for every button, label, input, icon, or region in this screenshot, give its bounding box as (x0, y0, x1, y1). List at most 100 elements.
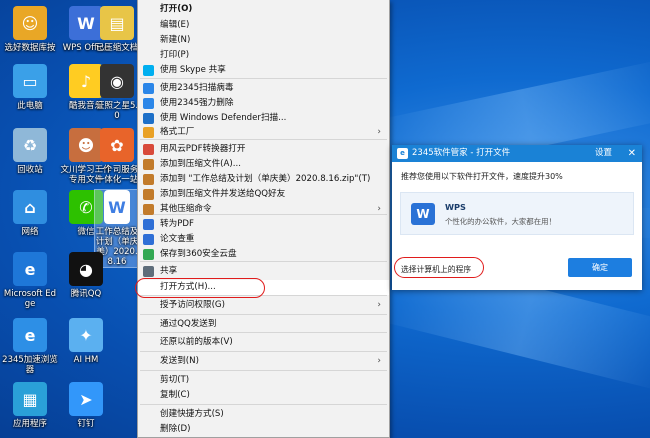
chevron-right-icon: › (377, 204, 381, 214)
menu-item-label: 创建快捷方式(S) (160, 409, 224, 419)
desktop-icon[interactable]: ▭ 此电脑 (2, 64, 58, 111)
menu-item[interactable]: 添加到压缩文件并发送给QQ好友 (138, 187, 389, 202)
defender-icon (143, 113, 154, 124)
archive-icon (143, 159, 154, 170)
folder-zip-icon: ▤ (100, 6, 134, 40)
menu-item-label: 删除(D) (160, 424, 191, 434)
chevron-right-icon: › (377, 356, 381, 366)
menu-item[interactable]: 转为PDF (138, 217, 389, 232)
menu-item-label: 剪切(T) (160, 375, 190, 385)
desktop-icon-label: 腾讯QQ (70, 289, 102, 299)
desktop-icon-label: 应用程序 (12, 419, 47, 429)
chevron-right-icon: › (377, 127, 381, 137)
network-icon: ⌂ (13, 190, 47, 224)
app-description: 个性化的办公软件，大家都在用！ (445, 217, 556, 226)
ok-button[interactable]: 确定 (568, 258, 632, 277)
recommended-app[interactable]: W WPS 个性化的办公软件，大家都在用！ (400, 192, 634, 235)
menu-item[interactable]: 其他压缩命令 › (138, 202, 389, 217)
computer-icon: ▭ (13, 64, 47, 98)
dingtalk-icon: ➤ (69, 382, 103, 416)
menu-item[interactable]: 添加到 "工作总结及计划（单庆美）2020.8.16.zip"(T) (138, 172, 389, 187)
close-icon[interactable]: ✕ (628, 145, 636, 162)
cloud-icon (143, 249, 154, 260)
menu-item-label: 用风云PDF转换器打开 (160, 144, 246, 154)
menu-item[interactable]: 打开(O) (138, 2, 389, 17)
menu-item[interactable]: 授予访问权限(G) › (138, 298, 389, 313)
menu-item[interactable]: 使用2345强力删除 (138, 96, 389, 111)
desktop-icon[interactable]: ▤ 已压缩文档 (95, 6, 139, 53)
desktop-icon[interactable]: ⌂ 网络 (2, 190, 58, 237)
menu-separator (140, 404, 387, 405)
menu-item-label: 添加到压缩文件(A)... (160, 159, 241, 169)
menu-item-label: 打印(P) (160, 50, 190, 60)
menu-separator (140, 332, 387, 333)
menu-item-label: 格式工厂 (160, 127, 195, 137)
menu-item[interactable]: 论文查重 (138, 232, 389, 247)
menu-item[interactable]: 添加到压缩文件(A)... (138, 157, 389, 172)
menu-item[interactable]: 发送到(N) › (138, 354, 389, 369)
menu-item[interactable]: 剪切(T) (138, 373, 389, 388)
menu-item[interactable]: 打印(P) (138, 48, 389, 63)
desktop-icon-label: 钉钉 (77, 419, 95, 429)
desktop-icon[interactable]: ◕ 腾讯QQ (58, 252, 114, 299)
doc-icon: W (104, 190, 130, 224)
menu-item[interactable]: 删除(D) (138, 422, 389, 437)
desktop-icon[interactable]: e 2345加速浏览器 (2, 318, 58, 375)
delete-icon (143, 98, 154, 109)
menu-item-label: 添加到压缩文件并发送给QQ好友 (160, 189, 286, 199)
settings-button[interactable]: 设置 (595, 145, 612, 162)
menu-item[interactable]: 使用 Windows Defender扫描... (138, 111, 389, 126)
menu-item[interactable]: 使用 Skype 共享 (138, 63, 389, 78)
menu-item[interactable]: 编辑(E) (138, 18, 389, 33)
desktop-icon[interactable]: ▦ 应用程序 (2, 382, 58, 429)
menu-item[interactable]: 还原以前的版本(V) (138, 335, 389, 350)
desktop-icon-label: 已压缩文档 (95, 43, 139, 53)
desktop-icon[interactable]: ✿ 一个司服务一体化一站 (95, 128, 139, 185)
menu-item-label: 论文查重 (160, 234, 195, 244)
menu-item-label: 使用2345强力删除 (160, 98, 234, 108)
menu-item-label: 使用2345扫描病毒 (160, 83, 234, 93)
ai-icon: ✦ (69, 318, 103, 352)
desktop-icon[interactable]: ♻ 回收站 (2, 128, 58, 175)
desktop-icon[interactable]: e Microsoft Edge (2, 252, 58, 309)
context-menu: 打开(O) 编辑(E) 新建(N) 打印(P) 使用 Skype 共享使用2345扫描病… (137, 0, 390, 438)
wps-icon (143, 219, 154, 230)
menu-item[interactable]: 创建快捷方式(S) (138, 407, 389, 422)
menu-item[interactable]: 复制(C) (138, 388, 389, 403)
menu-item-label: 复制(C) (160, 390, 190, 400)
menu-item[interactable]: 保存到360安全云盘 (138, 247, 389, 262)
menu-item-label: 新建(N) (160, 35, 191, 45)
person-icon: ☺ (13, 6, 47, 40)
desktop-icon-label: AI HM (73, 355, 99, 365)
share-icon (143, 266, 154, 277)
wps-icon (143, 234, 154, 245)
desktop-icon[interactable]: ✦ AI HM (58, 318, 114, 365)
pdf-icon (143, 144, 154, 155)
desktop-icon[interactable]: ☺ 选好数据库按 (2, 6, 58, 53)
menu-item-label: 打开(O) (160, 4, 193, 14)
edge-icon: e (13, 252, 47, 286)
dialog-title: 2345软件管家 - 打开文件 (412, 148, 511, 158)
menu-item-label: 保存到360安全云盘 (160, 249, 237, 259)
menu-item-label: 转为PDF (160, 219, 194, 229)
desktop-icon-label: 选好数据库按 (4, 43, 56, 53)
desktop-icon[interactable]: ➤ 钉钉 (58, 382, 114, 429)
menu-item-label: 通过QQ发送到 (160, 319, 217, 329)
apps-icon: ▦ (13, 382, 47, 416)
menu-item-label: 编辑(E) (160, 20, 190, 30)
wps-icon: W (411, 203, 435, 225)
menu-item[interactable]: 格式工厂 › (138, 125, 389, 140)
menu-item[interactable]: 使用2345扫描病毒 (138, 81, 389, 96)
menu-item[interactable]: 通过QQ发送到 (138, 317, 389, 332)
menu-item-label: 其他压缩命令 (160, 204, 212, 214)
desktop-icon[interactable]: ◉ 证照之星5.0 (95, 64, 139, 121)
menu-item-label: 发送到(N) (160, 356, 199, 366)
mascot-icon: ✿ (100, 128, 134, 162)
menu-item[interactable]: 用风云PDF转换器打开 (138, 142, 389, 157)
menu-item[interactable]: 新建(N) (138, 33, 389, 48)
archive-icon (143, 189, 154, 200)
chevron-right-icon: › (377, 300, 381, 310)
menu-item[interactable]: 共享 (138, 264, 389, 279)
menu-item-label: 共享 (160, 266, 178, 276)
qq-icon: ◕ (69, 252, 103, 286)
